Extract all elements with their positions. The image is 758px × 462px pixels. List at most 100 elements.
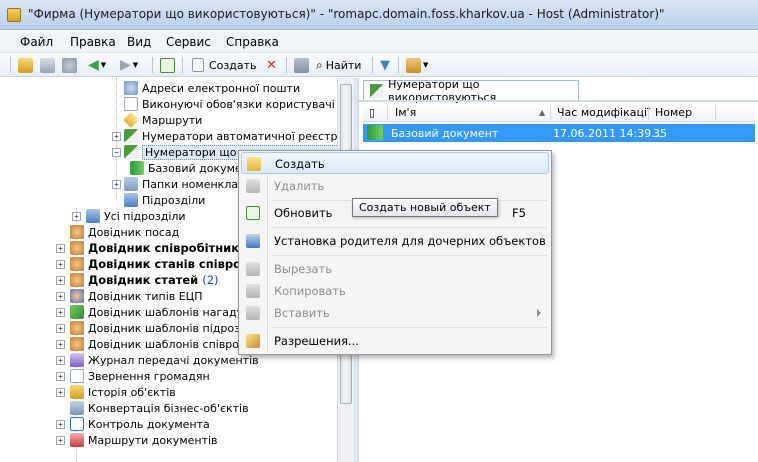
cell-name: Базовий документ bbox=[391, 127, 499, 140]
tree-node-citizen-appeals[interactable]: Звернення громадян bbox=[70, 368, 210, 384]
context-menu-create[interactable]: Создать bbox=[241, 152, 549, 174]
expand-toggle[interactable]: + bbox=[56, 324, 65, 333]
expand-toggle[interactable]: + bbox=[56, 356, 65, 365]
people-icon bbox=[70, 273, 84, 287]
menu-separator bbox=[271, 227, 547, 228]
document-icon bbox=[70, 369, 84, 383]
expand-toggle[interactable]: + bbox=[56, 372, 65, 381]
context-menu-copy[interactable]: Копировать bbox=[241, 280, 549, 302]
column-separator bbox=[648, 105, 649, 121]
tree-node-digital-signature-types[interactable]: Довідник типів ЕЦП bbox=[70, 288, 203, 304]
delete-icon[interactable]: ✕ bbox=[266, 57, 277, 73]
tree-node-base-document[interactable]: Базовий документ bbox=[130, 160, 255, 176]
expand-toggle[interactable]: + bbox=[56, 436, 65, 445]
pen-icon bbox=[70, 305, 84, 319]
folders-icon[interactable] bbox=[18, 57, 33, 73]
column-separator bbox=[387, 105, 388, 121]
tree-node-positions[interactable]: Довідник посад bbox=[70, 224, 179, 240]
binoculars-icon: ⌕ bbox=[316, 57, 323, 72]
create-button[interactable]: Создать bbox=[192, 57, 257, 73]
filter-icon[interactable]: ▼ bbox=[380, 57, 390, 73]
view-options-icon[interactable]: ▼ bbox=[406, 57, 428, 73]
context-menu-cut[interactable]: Вырезать bbox=[241, 258, 549, 280]
title-bar: "Фирма (Нумератори що використовуються)"… bbox=[0, 0, 758, 30]
signature-icon bbox=[70, 289, 84, 303]
people-icon bbox=[70, 257, 84, 271]
permissions-icon bbox=[246, 334, 260, 348]
menu-help[interactable]: Справка bbox=[226, 35, 279, 49]
column-header-modified[interactable]: Час модифікації bbox=[557, 106, 650, 119]
delete-icon bbox=[246, 179, 260, 193]
cell-modified: 17.06.2011 14:39... bbox=[553, 127, 662, 140]
menu-service[interactable]: Сервис bbox=[166, 35, 211, 49]
conversion-icon bbox=[70, 401, 84, 415]
expand-toggle[interactable]: + bbox=[56, 388, 65, 397]
expand-toggle[interactable]: + bbox=[56, 276, 65, 285]
journal-icon bbox=[70, 353, 84, 367]
toolbar-separator bbox=[182, 57, 183, 73]
back-arrow-icon[interactable]: ◀ ▼ bbox=[88, 57, 106, 73]
menu-view[interactable]: Вид bbox=[127, 35, 151, 49]
numerator-arrow-icon bbox=[130, 161, 144, 175]
new-document-icon bbox=[192, 58, 204, 72]
expand-toggle[interactable]: + bbox=[56, 260, 65, 269]
expand-toggle[interactable]: + bbox=[112, 180, 121, 189]
numerator-icon bbox=[370, 83, 384, 98]
column-header-name[interactable]: Ім'я bbox=[395, 106, 416, 119]
toolbar: ◀ ▼ ▶ ▼ Создать ✕ ⌕ Найти ▼ ▼ bbox=[0, 53, 758, 77]
tree-node-business-object-conversion[interactable]: Конвертація бізнес-об'єктів bbox=[70, 400, 249, 416]
set-parent-icon bbox=[246, 234, 260, 248]
tree-node-email-addresses[interactable]: Адреси електронної пошти bbox=[124, 80, 300, 96]
tree-node-document-routes[interactable]: Маршрути документів bbox=[70, 432, 218, 448]
expand-toggle[interactable]: + bbox=[56, 340, 65, 349]
tree-node-all-departments[interactable]: Усі підрозділи bbox=[86, 208, 186, 224]
context-menu-set-parent[interactable]: Установка родителя для дочерних объектов bbox=[241, 230, 549, 252]
expand-toggle[interactable]: + bbox=[56, 292, 65, 301]
sync-icon[interactable] bbox=[62, 57, 77, 73]
refresh-icon[interactable] bbox=[160, 57, 175, 73]
tree-node-employees[interactable]: Довідник співробітників bbox=[70, 240, 250, 256]
route-icon bbox=[70, 433, 84, 447]
find-button[interactable]: ⌕ Найти bbox=[316, 57, 361, 73]
numerator-arrow-icon bbox=[367, 125, 383, 140]
tree-node-document-control[interactable]: Контроль документа bbox=[70, 416, 210, 432]
tree-node-acting-users[interactable]: Виконуючі обов'язки користувачі bbox=[124, 96, 335, 112]
collapse-toggle[interactable]: − bbox=[112, 148, 121, 157]
menu-file[interactable]: Файл bbox=[20, 35, 53, 49]
tree-node-departments[interactable]: Підрозділи bbox=[124, 192, 205, 208]
scissors-icon bbox=[246, 262, 260, 276]
context-menu-paste[interactable]: Вставить bbox=[241, 302, 549, 324]
toolbar-separator bbox=[398, 57, 399, 73]
tree-node-articles[interactable]: Довідник статей (2) bbox=[70, 272, 219, 288]
history-icon bbox=[70, 385, 84, 399]
context-menu-permissions[interactable]: Разрешения... bbox=[241, 330, 549, 352]
toolbar-separator bbox=[286, 57, 287, 73]
expand-toggle[interactable]: + bbox=[56, 308, 65, 317]
tooltip: Создать новый объект bbox=[352, 198, 498, 217]
menu-edit[interactable]: Правка bbox=[70, 35, 116, 49]
sort-arrow-icon: ▲ bbox=[539, 108, 546, 117]
expand-toggle[interactable]: + bbox=[56, 244, 65, 253]
people-icon bbox=[70, 241, 84, 255]
numerator-icon bbox=[124, 129, 138, 143]
forward-arrow-icon[interactable]: ▶ ▼ bbox=[120, 57, 138, 73]
column-separator bbox=[550, 105, 551, 121]
column-header-number[interactable]: Номер bbox=[655, 106, 692, 119]
people-icon bbox=[70, 321, 84, 335]
copy-icon bbox=[246, 284, 260, 298]
context-menu-delete[interactable]: Удалить bbox=[241, 175, 549, 197]
tab-used-numerators[interactable]: Нумератори що використовуються bbox=[363, 78, 579, 104]
tree-node-object-history[interactable]: Історія об'єктів bbox=[70, 384, 176, 400]
tree-node-document-transfer-log[interactable]: Журнал передачі документів bbox=[70, 352, 259, 368]
save-icon[interactable] bbox=[294, 57, 309, 73]
properties-icon[interactable] bbox=[40, 57, 55, 73]
refresh-icon bbox=[246, 206, 260, 220]
table-row[interactable]: Базовий документ 17.06.2011 14:39... 35 bbox=[363, 124, 755, 142]
tree-node-auto-numerators[interactable]: Нумератори автоматичної реєстрації bbox=[124, 128, 337, 144]
expand-toggle[interactable]: + bbox=[72, 212, 81, 221]
expand-toggle[interactable]: + bbox=[112, 132, 121, 141]
expand-toggle[interactable]: + bbox=[56, 420, 65, 429]
tree-node-routes[interactable]: Маршрути bbox=[123, 112, 202, 128]
department-icon bbox=[124, 193, 138, 207]
cell-number: 35 bbox=[653, 127, 667, 140]
